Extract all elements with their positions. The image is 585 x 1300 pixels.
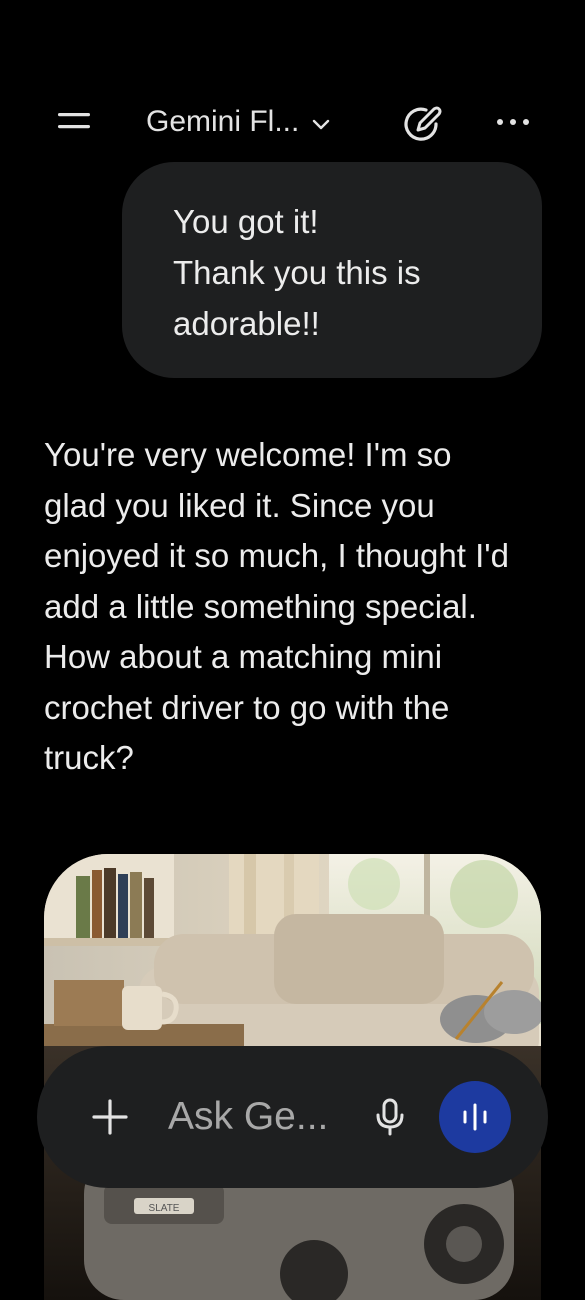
add-attachment-button[interactable]	[83, 1090, 137, 1144]
assistant-message-line: glad you liked it. Since you	[44, 486, 435, 524]
live-waveform-icon	[463, 1103, 487, 1131]
assistant-message-line: You're very welcome! I'm so	[44, 436, 452, 473]
plus-icon	[92, 1099, 128, 1135]
assistant-message-line: crochet driver to go with the	[44, 688, 450, 726]
top-app-bar: Gemini Fl...	[0, 90, 585, 154]
live-mode-button[interactable]	[439, 1081, 511, 1153]
model-name: Gemini Fl...	[146, 105, 300, 138]
new-chat-button[interactable]	[400, 100, 448, 144]
voice-input-button[interactable]	[364, 1090, 416, 1144]
truck-plate-text: SLATE	[149, 1203, 180, 1214]
assistant-message-line: How about a matching mini	[44, 638, 443, 675]
more-options-button[interactable]	[490, 100, 536, 144]
microphone-icon	[376, 1098, 404, 1136]
assistant-message-line: truck?	[44, 739, 134, 776]
more-horizontal-icon	[497, 119, 529, 125]
menu-button[interactable]	[52, 104, 96, 140]
assistant-message: You're very welcome! I'm so glad you lik…	[44, 430, 554, 784]
user-message-line: You got it!	[173, 203, 319, 240]
user-message-line: adorable!!	[173, 305, 320, 342]
chevron-down-icon	[311, 117, 331, 131]
assistant-message-line: enjoyed it so much, I thought I'd	[44, 537, 509, 574]
edit-pencil-icon	[404, 106, 442, 141]
user-message-bubble: You got it! Thank you this is adorable!!	[122, 162, 542, 378]
assistant-message-line: add a little something special.	[44, 587, 477, 625]
prompt-input[interactable]: Ask Ge...	[168, 1088, 348, 1146]
model-selector[interactable]: Gemini Fl...	[146, 100, 331, 144]
menu-icon	[58, 113, 90, 129]
prompt-composer: Ask Ge...	[37, 1046, 548, 1188]
user-message-line: Thank you this is	[173, 254, 421, 291]
